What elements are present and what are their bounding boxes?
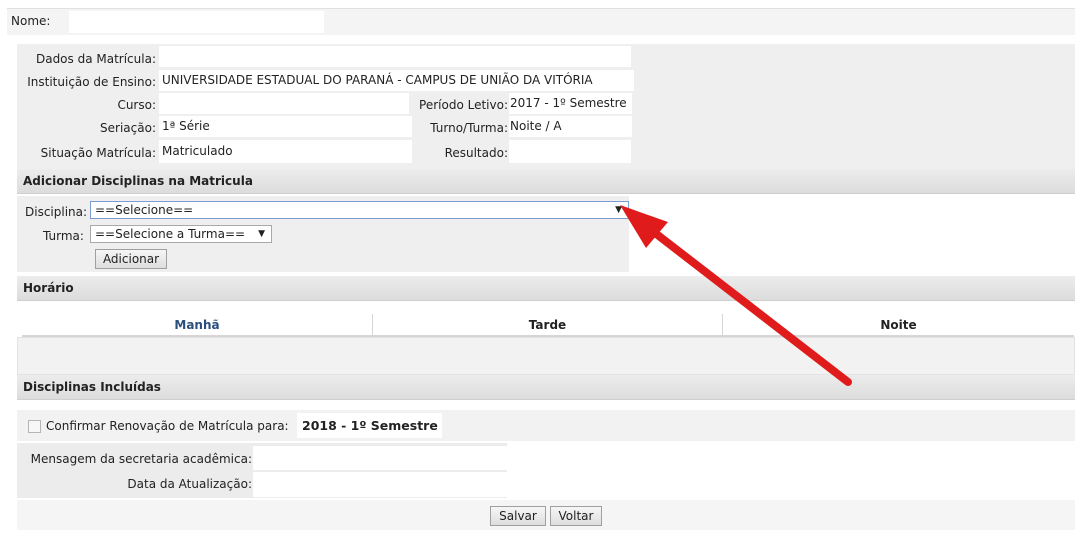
periodo-label: Período Letivo:	[419, 98, 508, 112]
nome-row: Nome:	[7, 8, 1075, 35]
adicionar-header: Adicionar Disciplinas na Matricula	[17, 169, 1075, 194]
data-value	[253, 472, 508, 497]
dropdown-arrow-icon: ▼	[258, 229, 265, 239]
renovacao-checkbox[interactable]	[28, 420, 41, 433]
salvar-button[interactable]: Salvar	[490, 506, 546, 526]
disciplina-select[interactable]: ==Selecione== ▼	[90, 201, 629, 219]
situacao-value: Matriculado	[159, 140, 412, 163]
horario-header: Horário	[17, 276, 1075, 301]
situacao-label: Situação Matrícula:	[40, 146, 156, 160]
actions-bar	[17, 500, 1075, 530]
renovacao-label: Confirmar Renovação de Matrícula para:	[46, 419, 289, 433]
turma-select-value: ==Selecione a Turma==	[95, 227, 246, 241]
disciplina-select-value: ==Selecione==	[95, 203, 194, 217]
seriacao-value: 1ª Série	[159, 116, 412, 137]
turno-value: Noite / A	[509, 116, 632, 137]
resultado-value	[509, 140, 631, 163]
nome-label: Nome:	[11, 14, 51, 28]
renovacao-value: 2018 - 1º Semestre	[297, 413, 442, 438]
instituicao-label: Instituição de Ensino:	[27, 75, 156, 89]
tab-noite[interactable]: Noite	[722, 314, 1074, 337]
turno-label: Turno/Turma:	[430, 121, 508, 135]
adicionar-button[interactable]: Adicionar	[95, 249, 167, 269]
incluidas-header: Disciplinas Incluídas	[17, 375, 1075, 400]
dados-value	[159, 46, 631, 67]
turma-select[interactable]: ==Selecione a Turma== ▼	[90, 225, 272, 243]
curso-label: Curso:	[117, 98, 156, 112]
curso-value	[159, 93, 409, 114]
resultado-label: Resultado:	[444, 146, 508, 160]
mensagem-value	[253, 446, 508, 470]
tab-tarde[interactable]: Tarde	[372, 314, 722, 337]
disciplina-label: Disciplina:	[25, 205, 88, 219]
turma-label: Turma:	[43, 229, 84, 243]
nome-field	[69, 11, 324, 33]
voltar-button[interactable]: Voltar	[550, 506, 602, 526]
instituicao-value: UNIVERSIDADE ESTADUAL DO PARANÁ - CAMPUS…	[159, 70, 634, 91]
periodo-value: 2017 - 1º Semestre	[509, 93, 632, 114]
horario-body	[17, 337, 1075, 375]
seriacao-label: Seriação:	[100, 121, 156, 135]
data-label: Data da Atualização:	[127, 477, 252, 491]
dados-label: Dados da Matrícula:	[35, 52, 156, 66]
tab-manha[interactable]: Manhã	[22, 314, 372, 337]
dropdown-arrow-icon: ▼	[615, 205, 622, 215]
mensagem-label: Mensagem da secretaria acadêmica:	[30, 452, 252, 466]
